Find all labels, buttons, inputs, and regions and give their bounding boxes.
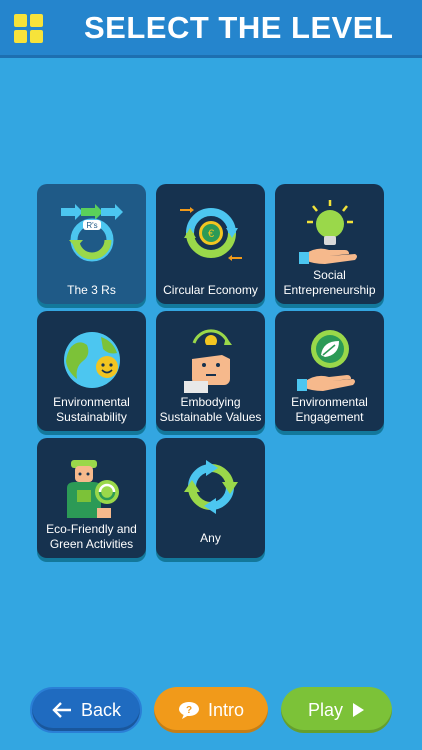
- level-label: Eco-Friendly and Green Activities: [46, 522, 137, 551]
- page-title: SELECT THE LEVEL: [84, 10, 394, 45]
- svg-text:€: €: [208, 228, 214, 240]
- play-label: Play: [307, 699, 343, 720]
- level-tile-social-entrepreneurship[interactable]: Social Entrepreneurship: [275, 184, 384, 304]
- level-label: Social Entrepreneurship: [283, 268, 376, 297]
- circular-economy-icon: €: [180, 207, 242, 261]
- level-label: Any: [200, 531, 221, 545]
- svg-text:?: ?: [186, 705, 192, 716]
- level-tile-environmental-engagement[interactable]: Environmental Engagement: [275, 311, 384, 431]
- cycle-arrows-icon: [184, 460, 238, 514]
- level-label: The 3 Rs: [67, 283, 116, 297]
- back-button[interactable]: Back: [30, 687, 142, 733]
- grid-menu-icon[interactable]: [14, 14, 44, 44]
- thinking-person-icon: [184, 329, 232, 393]
- arrow-left-icon: [52, 702, 71, 718]
- gardener-icon: [67, 460, 119, 518]
- smiling-earth-icon: [64, 332, 120, 388]
- level-tile-environmental-sustainability[interactable]: Environmental Sustainability: [37, 311, 146, 431]
- level-grid: R's The 3 Rs € Circular Economy Social E…: [37, 184, 387, 564]
- reduce-reuse-recycle-icon: R's: [61, 204, 123, 262]
- level-label: Circular Economy: [163, 283, 258, 297]
- svg-text:R's: R's: [86, 221, 97, 230]
- level-tile-eco-friendly-green-activities[interactable]: Eco-Friendly and Green Activities: [37, 438, 146, 558]
- question-bubble-icon: ?: [178, 702, 199, 719]
- leaf-hand-icon: [297, 330, 355, 391]
- level-tile-the-3-rs[interactable]: R's The 3 Rs: [37, 184, 146, 304]
- play-button[interactable]: Play: [281, 687, 392, 733]
- header-bar: SELECT THE LEVEL: [0, 0, 422, 58]
- intro-button[interactable]: ? Intro: [154, 687, 268, 733]
- play-icon: [353, 703, 364, 717]
- level-tile-circular-economy[interactable]: € Circular Economy: [156, 184, 265, 304]
- level-tile-embodying-sustainable-values[interactable]: Embodying Sustainable Values: [156, 311, 265, 431]
- lightbulb-hand-icon: [299, 200, 357, 264]
- back-label: Back: [80, 699, 122, 720]
- level-label: Embodying Sustainable Values: [159, 395, 262, 424]
- level-label: Environmental Sustainability: [53, 395, 130, 424]
- level-label: Environmental Engagement: [291, 395, 368, 424]
- intro-label: Intro: [207, 699, 245, 720]
- level-tile-any[interactable]: Any: [156, 438, 265, 558]
